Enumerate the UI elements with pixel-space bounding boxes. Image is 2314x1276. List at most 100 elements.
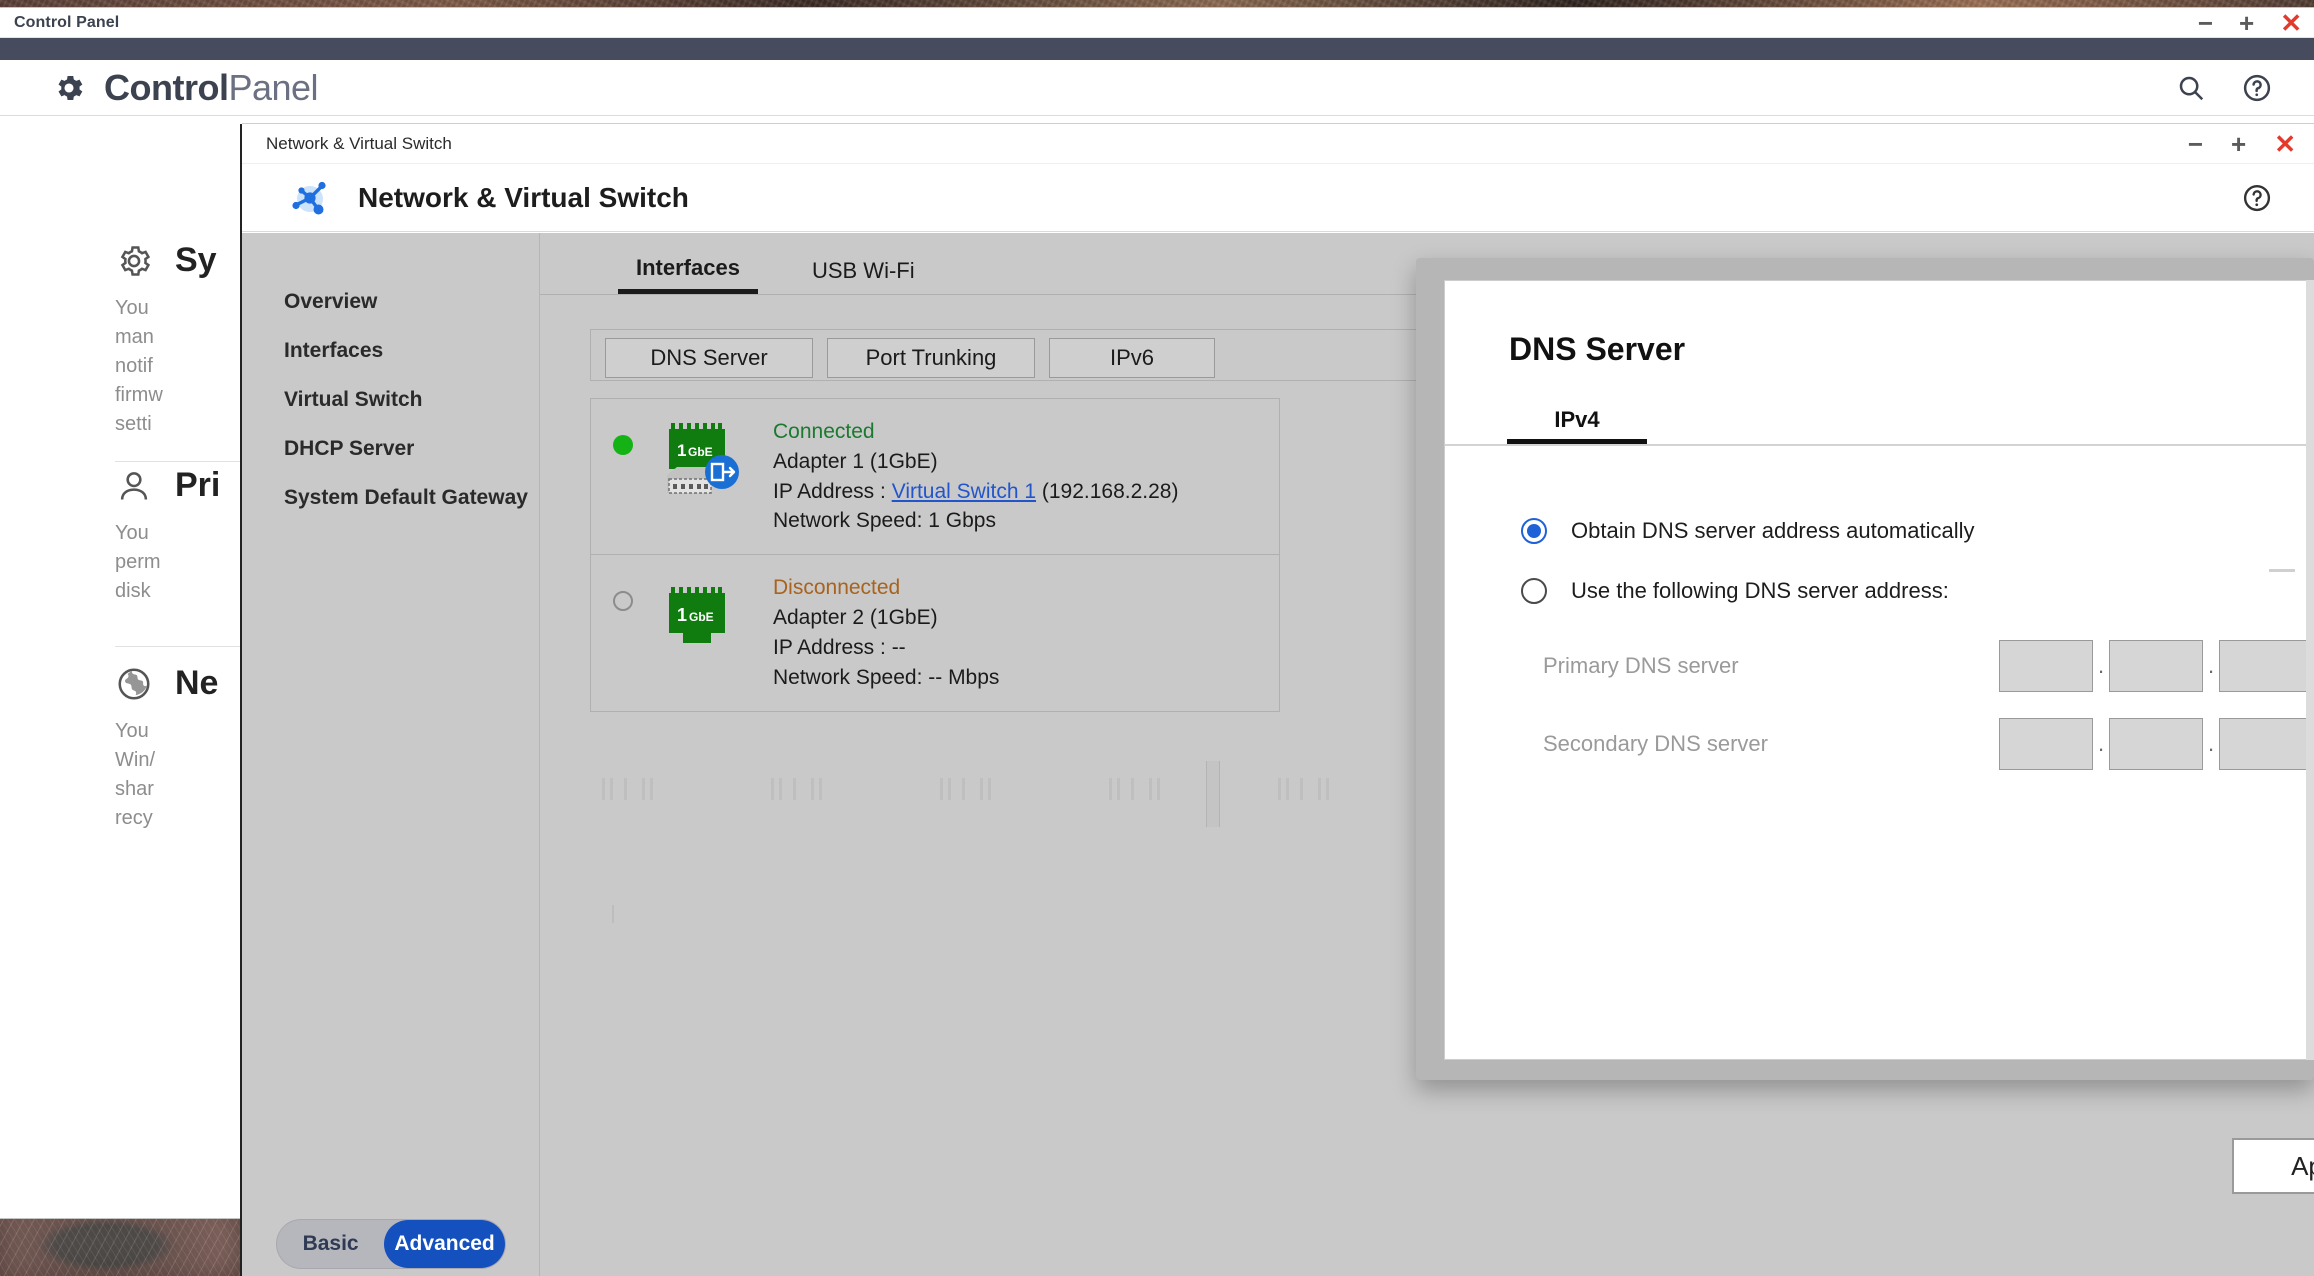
adapter-info: Connected Adapter 1 (1GbE) IP Address : … xyxy=(773,417,1178,536)
dialog-title: DNS Server xyxy=(1509,331,1686,367)
close-icon[interactable]: ✕ xyxy=(2280,10,2302,36)
brand-light: Panel xyxy=(228,66,319,108)
tab-interfaces[interactable]: Interfaces xyxy=(618,255,758,294)
radio-obtain-automatically[interactable] xyxy=(1521,518,1547,544)
primary-dns-octet-1[interactable] xyxy=(1999,640,2093,692)
control-panel-title: Control Panel xyxy=(14,13,120,31)
control-panel-accent-bar xyxy=(0,38,2314,60)
mode-toggle[interactable]: Basic Advanced xyxy=(277,1220,505,1268)
nvs-titlebar-title: Network & Virtual Switch xyxy=(266,133,452,153)
secondary-dns-octet-2[interactable] xyxy=(2109,718,2203,770)
mode-toggle-advanced[interactable]: Advanced xyxy=(384,1220,505,1268)
dns-option-label: Obtain DNS server address automatically xyxy=(1571,518,1975,543)
background-artifact xyxy=(1278,778,1329,800)
dns-option-manual[interactable]: Use the following DNS server address: xyxy=(1521,578,2313,604)
control-panel-window-controls: − + ✕ xyxy=(2198,8,2302,38)
radio-use-following[interactable] xyxy=(1521,578,1547,604)
apply-button[interactable]: Ap xyxy=(2232,1138,2314,1194)
adapter-info: Disconnected Adapter 2 (1GbE) IP Address… xyxy=(773,573,999,692)
ip-address-value: (192.168.2.28) xyxy=(1036,479,1179,503)
dialog-scrollbar[interactable] xyxy=(2306,280,2314,1060)
maximize-icon[interactable]: + xyxy=(2239,10,2254,36)
control-panel-brand: ControlPanel xyxy=(52,66,319,109)
control-panel-header-icons xyxy=(2176,73,2272,103)
adapter-speed-row: Network Speed: -- Mbps xyxy=(773,663,999,693)
ipv6-button[interactable]: IPv6 xyxy=(1049,338,1215,378)
sidebar-item-virtual-switch[interactable]: Virtual Switch xyxy=(242,375,539,424)
tab-ipv4[interactable]: IPv4 xyxy=(1507,398,1647,444)
adapter-ip-row: IP Address : Virtual Switch 1 (192.168.2… xyxy=(773,477,1178,507)
primary-dns-label: Primary DNS server xyxy=(1543,653,1739,678)
nvs-sidebar: Overview Interfaces Virtual Switch DHCP … xyxy=(242,233,540,1276)
nvs-header-title: Network & Virtual Switch xyxy=(358,181,689,213)
svg-text:1: 1 xyxy=(677,441,686,460)
octet-separator: . xyxy=(2097,731,2105,756)
control-panel-header: ControlPanel xyxy=(0,60,2314,116)
status-ring-grey-icon xyxy=(613,591,633,612)
adapter-name: Adapter 1 (1GbE) xyxy=(773,449,938,473)
primary-dns-field-row: Primary DNS server . . xyxy=(1543,640,2313,692)
minimize-icon[interactable]: − xyxy=(2188,131,2203,157)
mode-toggle-basic[interactable]: Basic xyxy=(277,1220,384,1268)
minimize-icon[interactable]: − xyxy=(2198,10,2213,36)
gear-icon xyxy=(120,245,151,276)
svg-text:1: 1 xyxy=(677,605,687,625)
gear-icon xyxy=(58,75,83,100)
status-badge: Disconnected xyxy=(773,576,901,600)
octet-separator: . xyxy=(2207,653,2215,678)
adapter-select-radio[interactable] xyxy=(613,591,633,612)
status-dot-green-icon xyxy=(613,435,633,455)
octet-separator: . xyxy=(2207,731,2215,756)
dialog-resize-grip[interactable] xyxy=(2269,569,2295,572)
table-row[interactable]: 1 GbE Disconnected Adapter 2 (1GbE) IP A… xyxy=(590,555,1280,712)
dns-tab-bar: IPv4 xyxy=(1445,398,2313,446)
help-icon[interactable] xyxy=(2242,183,2272,213)
ip-address-label: IP Address : xyxy=(773,479,892,503)
sidebar-item-interfaces[interactable]: Interfaces xyxy=(242,326,539,375)
adapter-select-radio[interactable] xyxy=(613,435,633,455)
sidebar-item-system-default-gateway[interactable]: System Default Gateway xyxy=(242,473,539,522)
maximize-icon[interactable]: + xyxy=(2231,131,2246,157)
sidebar-item-dhcp-server[interactable]: DHCP Server xyxy=(242,424,539,473)
tab-usb-wifi[interactable]: USB Wi-Fi xyxy=(812,258,915,294)
user-icon xyxy=(120,471,148,500)
svg-text:GbE: GbE xyxy=(689,610,714,624)
primary-dns-octets[interactable]: . . xyxy=(1999,640,2313,692)
dns-option-automatic[interactable]: Obtain DNS server address automatically xyxy=(1521,518,2313,544)
adapter-speed-row: Network Speed: 1 Gbps xyxy=(773,506,1178,536)
ip-address-value: -- xyxy=(891,635,906,659)
background-artifact xyxy=(771,778,822,800)
help-icon[interactable] xyxy=(2242,73,2272,103)
primary-dns-octet-2[interactable] xyxy=(2109,640,2203,692)
virtual-switch-link[interactable]: Virtual Switch 1 xyxy=(892,480,1036,503)
port-trunking-button[interactable]: Port Trunking xyxy=(827,338,1035,378)
secondary-dns-octets[interactable]: . . xyxy=(1999,718,2313,770)
adapter-list: 1 GbE Connected Adapter 1 (1GbE) IP Addr… xyxy=(590,398,1280,712)
secondary-dns-octet-3[interactable] xyxy=(2219,718,2313,770)
secondary-dns-octet-1[interactable] xyxy=(1999,718,2093,770)
search-icon[interactable] xyxy=(2176,73,2206,103)
sidebar-item-label: System Default Gateway xyxy=(284,485,528,509)
background-artifact xyxy=(612,905,614,923)
primary-dns-octet-3[interactable] xyxy=(2219,640,2313,692)
octet-separator: . xyxy=(2097,653,2105,678)
network-speed-label: Network Speed xyxy=(773,509,917,533)
nic-adapter-virtual-switch-icon: 1 GbE xyxy=(667,423,739,494)
background-scrollbar[interactable] xyxy=(1206,761,1220,827)
network-speed-label: Network Speed xyxy=(773,665,917,689)
nvs-titlebar: Network & Virtual Switch − + ✕ xyxy=(242,124,2314,164)
control-panel-wordmark: ControlPanel xyxy=(104,66,319,109)
adapter-ip-row: IP Address : -- xyxy=(773,633,999,663)
table-row[interactable]: 1 GbE Connected Adapter 1 (1GbE) IP Addr… xyxy=(590,398,1280,556)
cp-section-title: Pri xyxy=(175,466,221,504)
network-speed-value: : 1 Gbps xyxy=(916,509,996,533)
ip-address-label: IP Address : xyxy=(773,635,892,659)
globe-icon xyxy=(118,667,150,700)
nic-adapter-icon: 1 GbE xyxy=(669,587,725,644)
sidebar-item-overview[interactable]: Overview xyxy=(242,277,539,326)
cp-section-title: Sy xyxy=(175,241,217,279)
close-icon[interactable]: ✕ xyxy=(2274,131,2296,157)
dns-server-button[interactable]: DNS Server xyxy=(605,338,813,378)
background-artifact xyxy=(602,778,653,800)
nvs-header: Network & Virtual Switch xyxy=(242,164,2314,232)
